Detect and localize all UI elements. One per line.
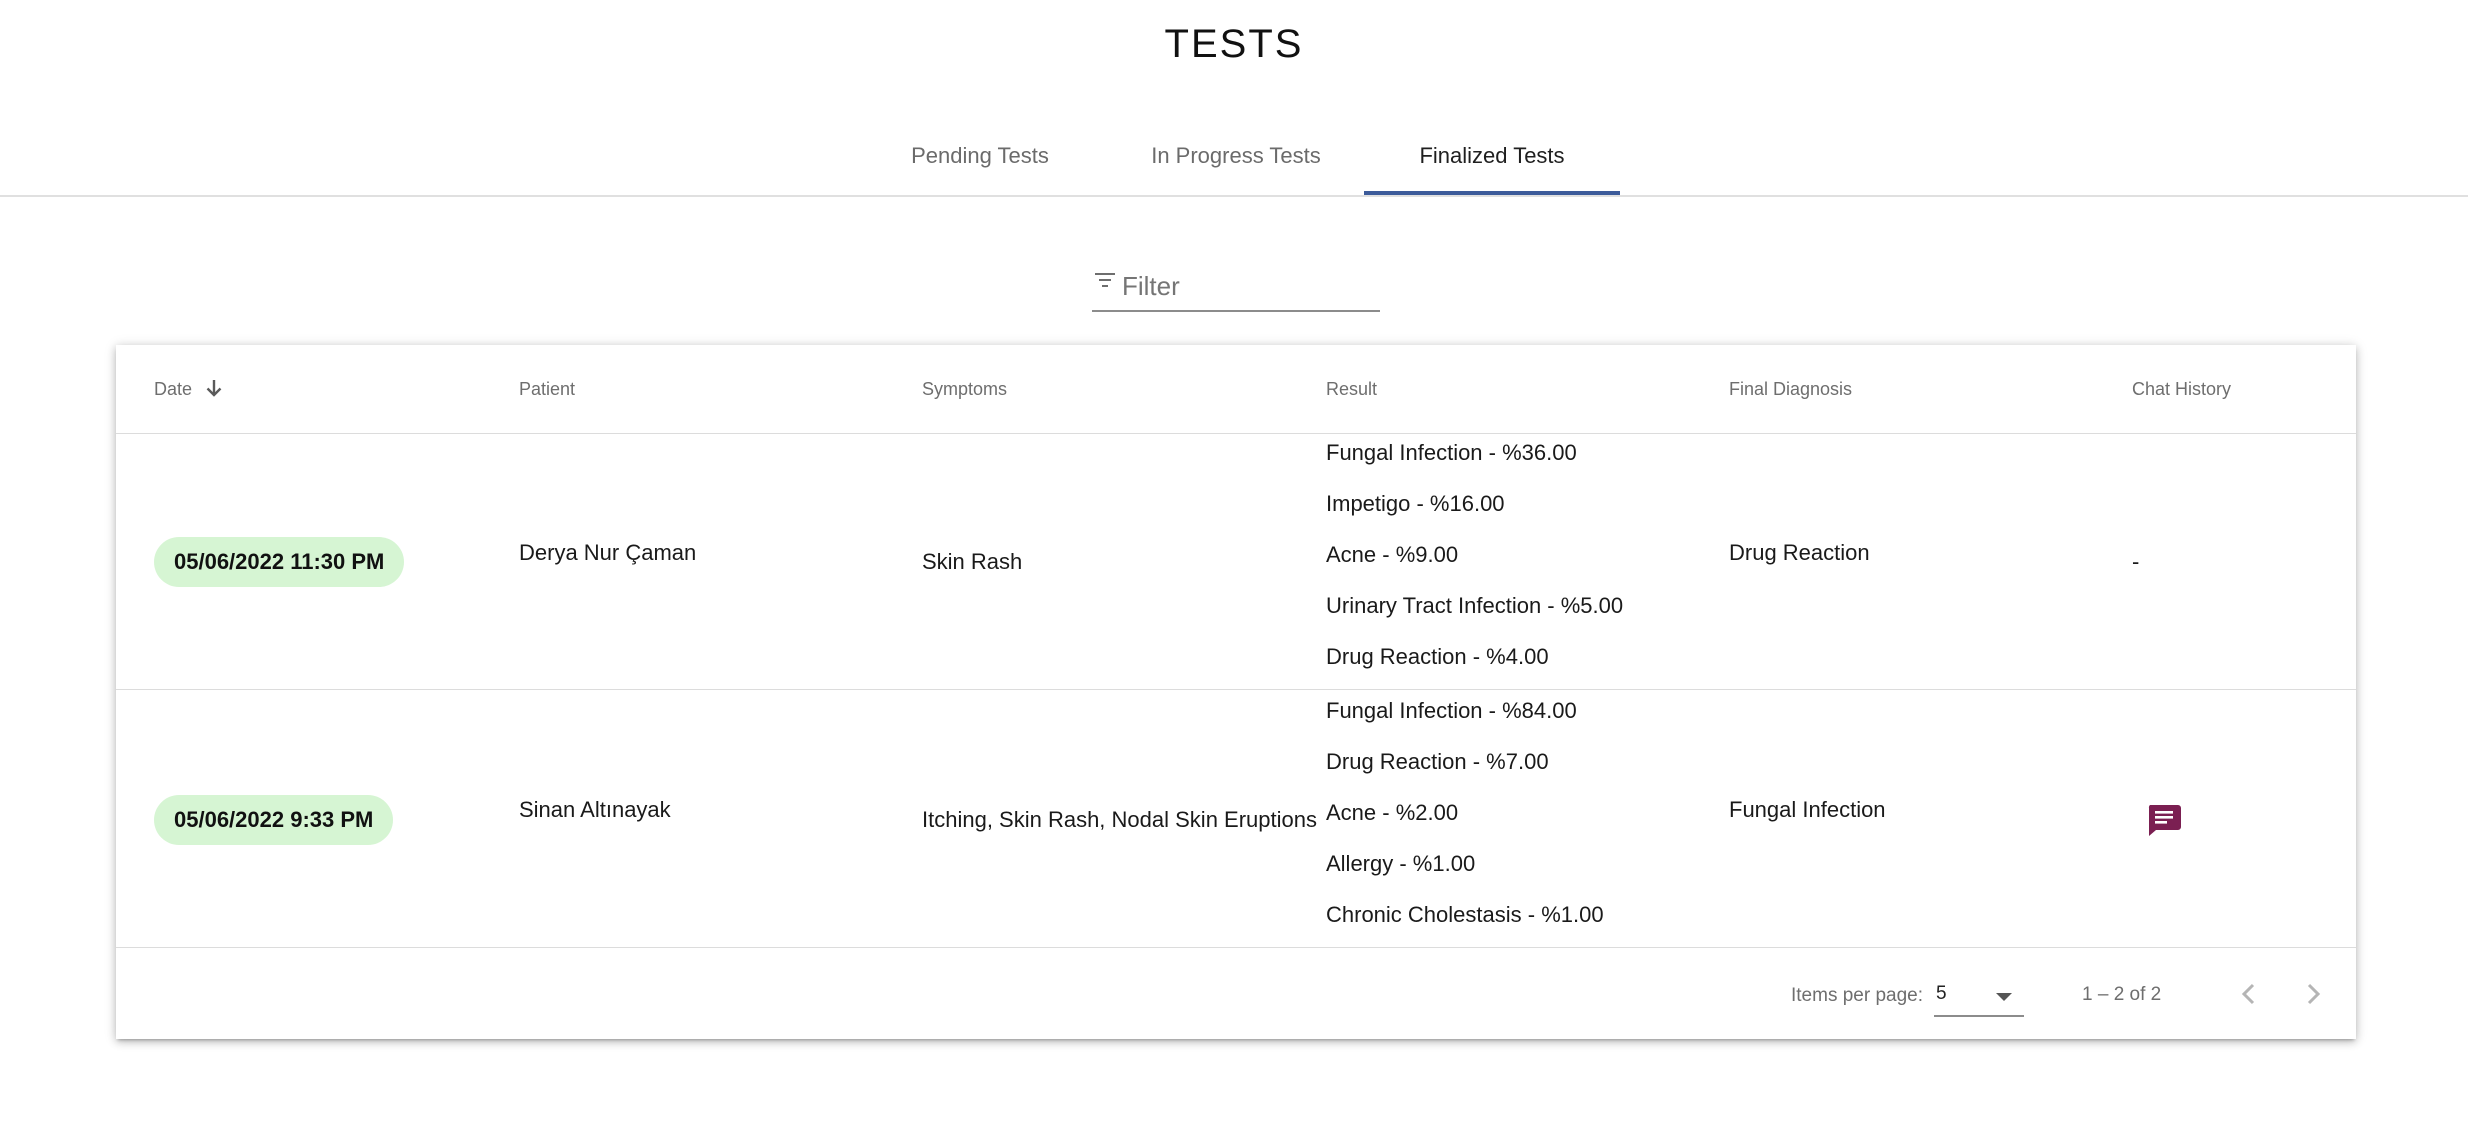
page-range-label: 1 – 2 of 2 [2082, 984, 2162, 1005]
column-header-date[interactable]: Date [154, 345, 223, 433]
chat-icon[interactable] [2146, 803, 2182, 837]
result-item: Acne - %2.00 [1326, 800, 1459, 825]
tab-bar: Pending Tests In Progress Tests Finalize… [0, 125, 2468, 197]
date-chip[interactable]: 05/06/2022 9:33 PM [154, 795, 394, 845]
column-header-symptoms: Symptoms [922, 379, 1008, 399]
chevron-right-icon [2307, 983, 2321, 1005]
paginator: Items per page: 5 1 – 2 of 2 [116, 947, 2356, 1039]
tab-pending-tests[interactable]: Pending Tests [880, 125, 1080, 195]
column-header-date-label: Date [154, 379, 193, 399]
date-chip[interactable]: 05/06/2022 11:30 PM [154, 537, 405, 587]
filter-field[interactable] [1092, 264, 1380, 312]
result-item: Urinary Tract Infection - %5.00 [1326, 593, 1624, 618]
table-row[interactable]: 05/06/2022 11:30 PM Derya Nur Çaman Skin… [116, 433, 2356, 690]
column-header-final-diagnosis: Final Diagnosis [1729, 379, 1853, 399]
page-size-value: 5 [1936, 983, 1947, 1004]
items-per-page-label: Items per page: [1791, 985, 1924, 1006]
chevron-down-icon [1996, 993, 2012, 1001]
finalized-tests-table: Date Patient Symptoms Result Final Diagn… [116, 345, 2356, 1039]
chevron-left-icon [2241, 983, 2255, 1005]
result-item: Impetigo - %16.00 [1326, 491, 1505, 516]
table-row[interactable]: 05/06/2022 9:33 PM Sinan Altınayak Itchi… [116, 691, 2356, 948]
column-header-chat-history: Chat History [2132, 379, 2232, 399]
result-list: Fungal Infection - %36.00 Impetigo - %16… [1326, 437, 1623, 692]
filter-icon [1095, 273, 1115, 287]
column-header-result: Result [1326, 379, 1378, 399]
result-item: Allergy - %1.00 [1326, 851, 1476, 876]
page-title: TESTS [1164, 22, 1304, 66]
symptoms-text: Skin Rash [922, 549, 1023, 574]
table-header: Date Patient Symptoms Result Final Diagn… [116, 345, 2356, 434]
result-item: Chronic Cholestasis - %1.00 [1326, 902, 1604, 927]
result-item: Acne - %9.00 [1326, 542, 1459, 567]
patient-name: Derya Nur Çaman [519, 540, 697, 565]
page-size-select[interactable]: 5 [1934, 977, 2024, 1017]
page: TESTS Pending Tests In Progress Tests Fi… [0, 0, 2468, 1132]
final-diagnosis: Fungal Infection [1729, 797, 1886, 822]
result-item: Drug Reaction - %7.00 [1326, 749, 1549, 774]
result-item: Drug Reaction - %4.00 [1326, 644, 1549, 669]
next-page-button[interactable] [2298, 979, 2328, 1009]
symptoms-text: Itching, Skin Rash, Nodal Skin Eruptions [922, 807, 1317, 832]
tab-finalized-tests[interactable]: Finalized Tests [1364, 125, 1620, 195]
chat-history-empty: - [2132, 549, 2140, 574]
final-diagnosis: Drug Reaction [1729, 540, 1870, 565]
arrow-down-icon [206, 380, 222, 397]
patient-name: Sinan Altınayak [519, 797, 671, 822]
tab-in-progress-tests[interactable]: In Progress Tests [1112, 125, 1360, 195]
result-item: Fungal Infection - %36.00 [1326, 440, 1577, 465]
column-header-patient: Patient [519, 379, 576, 399]
result-item: Fungal Infection - %84.00 [1326, 698, 1577, 723]
previous-page-button[interactable] [2234, 979, 2264, 1009]
result-list: Fungal Infection - %84.00 Drug Reaction … [1326, 695, 1604, 950]
filter-input[interactable] [1122, 268, 1372, 304]
